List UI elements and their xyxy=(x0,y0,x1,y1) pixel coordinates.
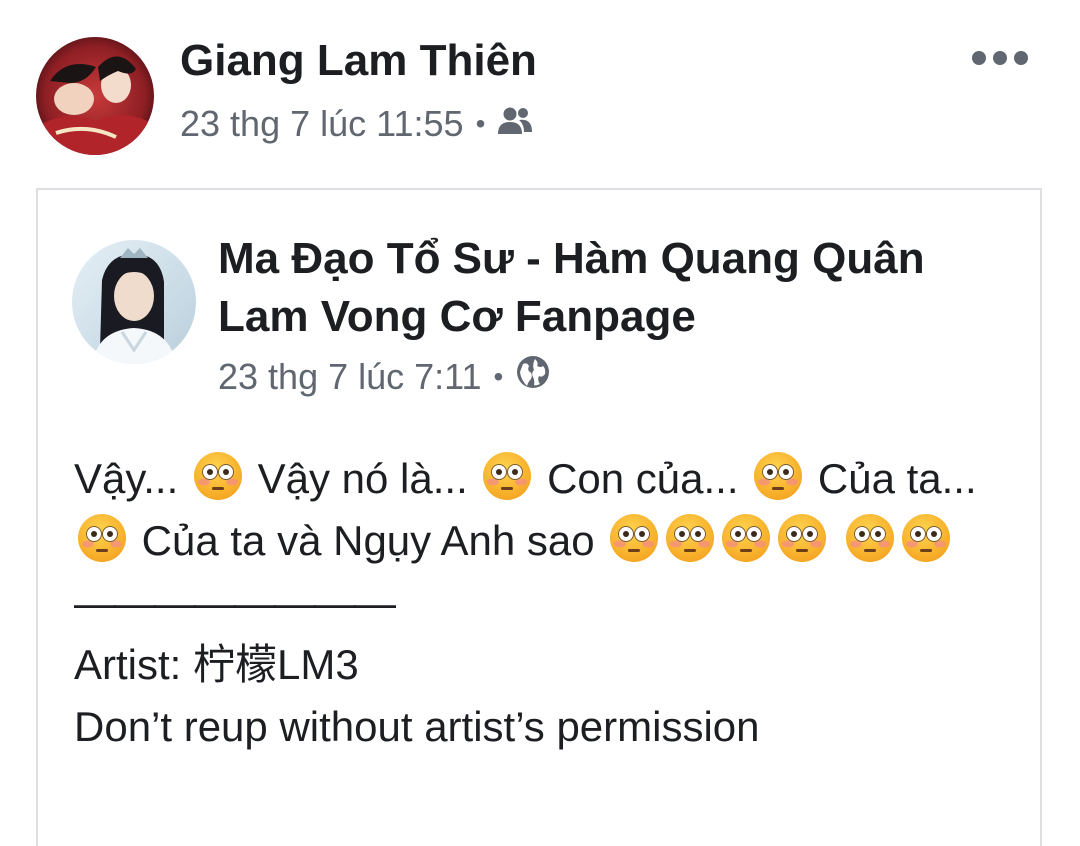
flushed-face-icon xyxy=(844,512,896,564)
sharer-name[interactable]: Giang Lam Thiên xyxy=(180,36,537,86)
reup-notice: Don’t reup without artist’s permission xyxy=(74,703,760,750)
shared-post-card[interactable]: Ma Đạo Tổ Sư - Hàm Quang Quân Lam Vong C… xyxy=(36,188,1042,846)
meta-separator: • xyxy=(493,360,504,392)
post-body: Vậy... Vậy nó là... Con của... Của ta...… xyxy=(74,448,1014,758)
more-options-icon[interactable] xyxy=(972,44,1028,72)
message-segment: Vậy... xyxy=(74,455,179,502)
facebook-share-post: Giang Lam Thiên 23 thg 7 lúc 11:55 • Ma … xyxy=(0,0,1080,846)
artist-credit: Artist: 柠檬LM3 xyxy=(74,641,359,688)
text-divider: ———————— xyxy=(74,579,396,626)
shared-post-timestamp[interactable]: 23 thg 7 lúc 7:11 xyxy=(218,356,482,398)
friends-icon[interactable] xyxy=(497,103,533,145)
page-avatar[interactable] xyxy=(72,240,196,364)
flushed-face-icon xyxy=(900,512,952,564)
flushed-face-icon xyxy=(192,450,244,502)
message-segment: Con của... xyxy=(547,455,739,502)
page-name[interactable]: Ma Đạo Tổ Sư - Hàm Quang Quân Lam Vong C… xyxy=(218,230,1008,346)
sharer-timestamp[interactable]: 23 thg 7 lúc 11:55 xyxy=(180,103,464,145)
shared-post-meta: 23 thg 7 lúc 7:11 • xyxy=(218,354,551,399)
flushed-face-icon xyxy=(720,512,772,564)
flushed-face-icon xyxy=(776,512,828,564)
flushed-face-icon xyxy=(608,512,660,564)
message-segment: Của ta... xyxy=(817,455,977,502)
flushed-face-icon xyxy=(76,512,128,564)
meta-separator: • xyxy=(475,108,486,139)
sharer-avatar[interactable] xyxy=(36,37,154,155)
flushed-face-icon xyxy=(752,450,804,502)
message-segment: Vậy nó là... xyxy=(257,455,468,502)
message-segment: Của ta và Ngụy Anh sao xyxy=(141,517,595,564)
flushed-face-icon xyxy=(481,450,533,502)
flushed-face-icon xyxy=(664,512,716,564)
post-message: Vậy... Vậy nó là... Con của... Của ta...… xyxy=(74,448,1014,572)
sharer-post-meta: 23 thg 7 lúc 11:55 • xyxy=(180,103,533,145)
globe-icon[interactable] xyxy=(515,354,551,399)
